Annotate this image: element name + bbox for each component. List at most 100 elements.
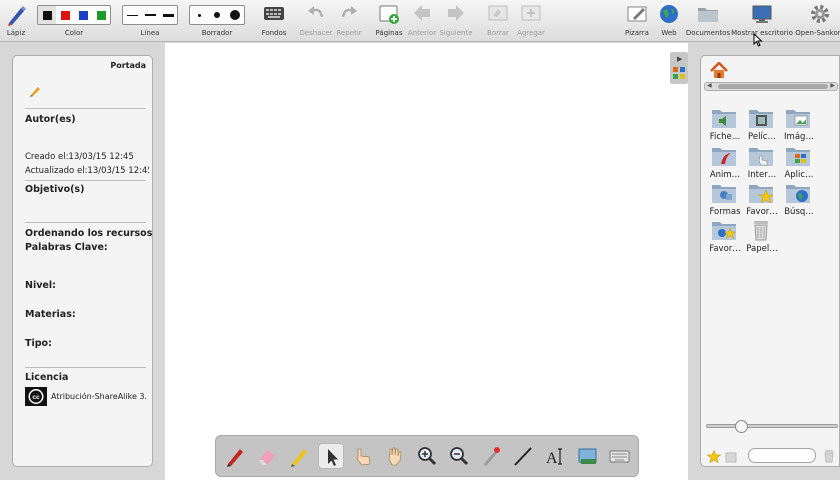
add-page-icon: [379, 5, 399, 24]
pages-button[interactable]: Páginas: [375, 0, 403, 42]
line-width-palette: [122, 5, 178, 25]
color-swatch-red[interactable]: [56, 6, 74, 24]
add-favorite-star-icon[interactable]: [707, 450, 721, 463]
slider-handle[interactable]: [735, 420, 748, 433]
pen-tool-button[interactable]: Lápiz: [2, 0, 30, 42]
separator: [25, 367, 146, 368]
library-folder-animations[interactable]: Anim…: [707, 144, 743, 184]
line-thick-option[interactable]: [159, 6, 177, 24]
eraser-medium-option[interactable]: [208, 6, 226, 24]
line-thin-option[interactable]: [123, 6, 141, 24]
open-sankore-menu-button[interactable]: Open-Sankoré: [795, 0, 840, 42]
color-swatch-blue[interactable]: [74, 6, 92, 24]
library-folder-favorites-2[interactable]: Favor…: [707, 218, 743, 258]
board-icon: [627, 6, 647, 22]
pen-tool[interactable]: [222, 443, 248, 469]
zoom-in-tool[interactable]: [414, 443, 440, 469]
library-item-label: Inter…: [747, 170, 777, 180]
created-date: Creado el:13/03/15 12:45: [25, 152, 134, 162]
zoom-out-tool[interactable]: [446, 443, 472, 469]
keyboard-icon: [609, 450, 630, 463]
add-to-library-button[interactable]: Agregar: [516, 0, 546, 42]
next-page-button[interactable]: Siguiente: [439, 0, 473, 42]
color-label: Color: [64, 29, 84, 37]
backgrounds-label: Fondos: [261, 29, 287, 37]
library-folder-search[interactable]: Búsq…: [781, 181, 817, 221]
audio-folder-icon: [712, 110, 736, 128]
eraser-tool[interactable]: [254, 443, 280, 469]
library-folder-interactive[interactable]: Inter…: [744, 144, 780, 184]
thumbnail-size-slider[interactable]: [706, 424, 838, 428]
interact-tool[interactable]: [350, 443, 376, 469]
laser-pointer-tool[interactable]: [478, 443, 504, 469]
web-mode-button[interactable]: Web: [656, 0, 682, 42]
pen-label: Lápiz: [6, 29, 26, 37]
library-item-label: Formas: [709, 207, 741, 217]
new-folder-icon[interactable]: [725, 450, 737, 463]
documents-mode-button[interactable]: Documentos: [686, 0, 730, 42]
monitor-icon: [752, 5, 772, 23]
svg-text:A: A: [546, 450, 558, 467]
favorites-folder-icon: [712, 222, 737, 240]
capture-tool[interactable]: [574, 443, 600, 469]
zoom-in-icon: [418, 447, 437, 466]
eraser-large-option[interactable]: [226, 6, 244, 24]
line-medium-option[interactable]: [141, 6, 159, 24]
mouse-cursor-icon: [753, 33, 763, 47]
highlighter-tool[interactable]: [286, 443, 312, 469]
svg-text:cc: cc: [32, 394, 40, 401]
stylus-toolbar: A: [215, 435, 639, 477]
library-folder-shapes[interactable]: Formas: [707, 181, 743, 221]
documents-label: Documentos: [685, 29, 731, 37]
movies-folder-icon: [749, 110, 773, 128]
breadcrumb-scrollbar[interactable]: ◀ ▶: [704, 82, 838, 91]
edit-pencil-icon[interactable]: [29, 85, 41, 97]
right-panel-toggle[interactable]: ▶: [670, 52, 688, 84]
library-folder-images[interactable]: Imág…: [781, 106, 817, 146]
line-label: Línea: [140, 29, 160, 37]
library-folder-movies[interactable]: Pelíc…: [744, 106, 780, 146]
select-tool[interactable]: [318, 443, 344, 469]
line-tool[interactable]: [510, 443, 536, 469]
library-folder-applications[interactable]: Aplic…: [781, 144, 817, 184]
erase-page-icon: [488, 5, 508, 21]
library-folder-audio[interactable]: Fiche…: [707, 106, 743, 146]
subjects-heading: Materias:: [25, 309, 76, 320]
eraser-size-palette: [189, 5, 245, 25]
library-panel: ◀ ▶ Fiche… Pelíc… Imág… Anim… Inter… Apl…: [700, 55, 840, 467]
redo-button[interactable]: Repetir: [335, 0, 363, 42]
panel-title: Portada: [110, 61, 146, 70]
right-arrow-icon: [448, 5, 464, 21]
license-heading: Licencia: [25, 372, 69, 383]
previous-page-button[interactable]: Anterior: [408, 0, 436, 42]
whiteboard-canvas[interactable]: [165, 43, 688, 480]
scrollbar-thumb[interactable]: [718, 84, 828, 89]
eraser-small-option[interactable]: [190, 6, 208, 24]
library-search-input[interactable]: [748, 448, 816, 463]
arrow-pointer-icon: [328, 449, 338, 466]
color-swatch-black[interactable]: [38, 6, 56, 24]
red-pen-icon: [227, 449, 243, 467]
main-toolbar: Lápiz Color Línea Borrador Fondos Deshac…: [0, 0, 840, 47]
type-heading: Tipo:: [25, 338, 52, 349]
images-folder-icon: [786, 110, 810, 128]
text-tool[interactable]: A: [542, 443, 568, 469]
library-item-label: Imág…: [784, 132, 814, 142]
undo-button[interactable]: Deshacer: [299, 0, 333, 42]
board-mode-button[interactable]: Pizarra: [623, 0, 651, 42]
color-swatch-green[interactable]: [92, 6, 110, 24]
session-title: Ordenando los recursos: [25, 228, 153, 239]
hand-tool[interactable]: [382, 443, 408, 469]
library-trash[interactable]: Papel…: [744, 218, 780, 258]
erase-page-button[interactable]: Borrar: [484, 0, 512, 42]
home-icon[interactable]: [710, 62, 728, 79]
delete-icon[interactable]: [823, 449, 835, 463]
previous-label: Anterior: [407, 29, 437, 37]
scroll-right-arrow-icon[interactable]: ▶: [830, 82, 835, 89]
scroll-left-arrow-icon[interactable]: ◀: [707, 82, 712, 89]
undo-label: Deshacer: [299, 29, 333, 37]
folder-icon: [698, 8, 718, 22]
virtual-keyboard-tool[interactable]: [606, 443, 632, 469]
backgrounds-button[interactable]: Fondos: [258, 0, 290, 42]
library-folder-favorites[interactable]: Favor…: [744, 181, 780, 221]
